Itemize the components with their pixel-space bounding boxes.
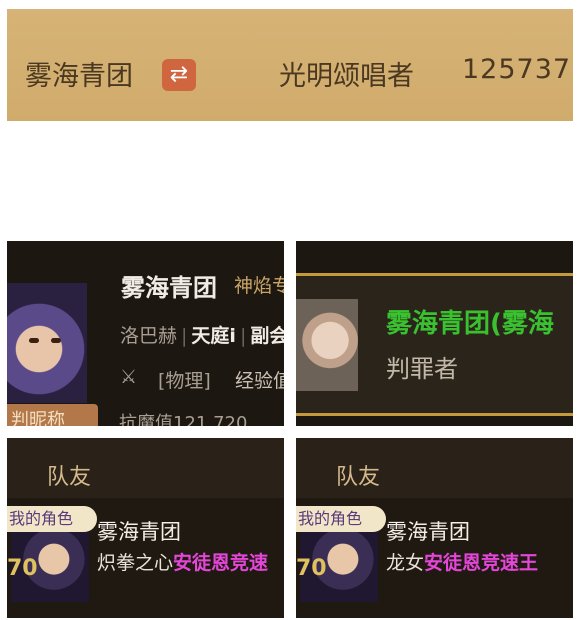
teammate-honor-title: 安徒恩竞速	[173, 552, 269, 574]
level-badge: 70	[7, 556, 38, 581]
avatar-eye	[51, 338, 61, 343]
server-name: 洛巴赫	[120, 325, 178, 347]
avatar-eye	[29, 338, 39, 343]
banner-character-name: 雾海青团	[25, 61, 133, 92]
player-photo[interactable]	[296, 299, 358, 391]
character-avatar[interactable]	[7, 283, 87, 403]
my-character-badge: 我的角色	[7, 506, 97, 532]
exp-label: 经验值	[235, 370, 284, 392]
level-badge: 70	[296, 556, 327, 581]
teammate-class-row: 炽拳之心安徒恩竞速	[97, 548, 268, 575]
banner-title: 光明颂唱者	[279, 61, 414, 92]
nickname-badge[interactable]: 判昵称	[7, 404, 98, 426]
teammate-panel-right: 队友 我的角色 70 雾海青团 龙女安徒恩竞速王	[296, 438, 573, 618]
teammate-name: 雾海青团	[97, 520, 181, 544]
teammate-title: 队友	[47, 465, 92, 490]
teammate-class-row: 龙女安徒恩竞速王	[386, 548, 538, 575]
profile-panel: 判昵称 雾海青团 神焰专 洛巴赫 | 天庭i | 副会 ⚔ [物理] 经验值 抗魔值12…	[7, 241, 284, 426]
teammate-class: 炽拳之心	[97, 552, 174, 574]
separator: |	[239, 325, 247, 347]
separator: |	[181, 325, 188, 347]
guild-role: 副会	[250, 325, 284, 347]
judge-title: 判罪者	[386, 355, 458, 383]
teammate-honor-title: 安徒恩竞速王	[424, 552, 539, 574]
sword-icon: ⚔	[120, 366, 138, 388]
profile-info-row: 洛巴赫 | 天庭i | 副会	[120, 321, 284, 348]
teammate-class: 龙女	[386, 552, 425, 574]
swap-arrows-icon[interactable]: ⇄	[162, 59, 196, 91]
top-banner: 雾海青团 ⇄ 光明颂唱者 125737	[7, 9, 573, 121]
teammate-title: 队友	[336, 465, 381, 490]
profile-tag: 神焰专	[234, 275, 284, 297]
judge-name: 雾海青团(雾海	[386, 309, 554, 339]
banner-score: 125737	[462, 54, 572, 85]
profile-attr-row: ⚔ [物理] 经验值	[120, 366, 284, 392]
gold-divider	[296, 413, 573, 416]
judge-panel: 雾海青团(雾海 判罪者	[296, 241, 573, 426]
teammate-panel-left: 队友 我的角色 70 雾海青团 炽拳之心安徒恩竞速	[7, 438, 284, 618]
guild-name: 天庭i	[191, 325, 236, 347]
my-character-badge: 我的角色	[296, 506, 386, 532]
stat-value: 抗魔值121,720	[119, 413, 248, 426]
teammate-name: 雾海青团	[386, 520, 470, 544]
attack-type: [物理]	[158, 370, 211, 392]
profile-name: 雾海青团	[121, 274, 217, 302]
